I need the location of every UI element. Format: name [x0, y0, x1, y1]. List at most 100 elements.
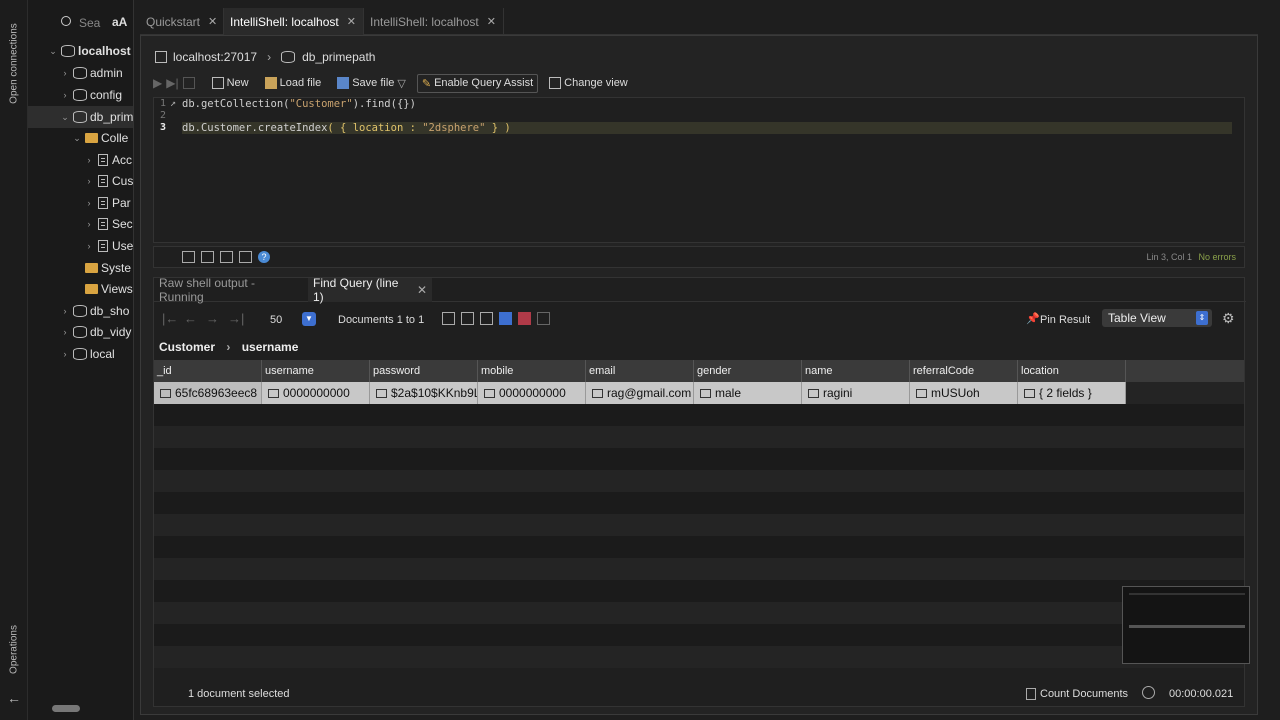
run-selection-icon[interactable]: ▶| [166, 76, 178, 90]
close-icon[interactable]: ✕ [347, 15, 356, 28]
chevron-right-icon[interactable]: › [60, 349, 70, 359]
open-connections-tab[interactable]: Open connections [9, 23, 20, 104]
chevron-right-icon[interactable]: › [84, 155, 94, 165]
tree-item[interactable]: › admin [28, 62, 133, 84]
chevron-right-icon[interactable]: › [84, 241, 94, 251]
table-cell[interactable]: mUSUoh [910, 382, 1018, 404]
tab-intellishell-active[interactable]: IntelliShell: localhost ✕ [224, 8, 364, 35]
table-cell[interactable]: male [694, 382, 802, 404]
help-icon[interactable]: ? [258, 251, 270, 263]
tree-item[interactable]: ⌄ Colle [28, 127, 133, 149]
tree-item[interactable]: › config [28, 84, 133, 106]
chevron-down-icon[interactable]: ⌄ [72, 133, 82, 144]
chevron-right-icon[interactable]: › [84, 176, 94, 186]
path-field[interactable]: username [242, 340, 299, 354]
table-cell[interactable]: ragini [802, 382, 910, 404]
table-row[interactable]: 65fc68963eec8 0000000000 $2a$10$KKnb9L 0000… [154, 382, 1244, 404]
database-icon [73, 348, 87, 360]
tree-item[interactable]: ⌄ localhost [28, 40, 133, 62]
count-documents-button[interactable]: Count Documents [1040, 688, 1128, 700]
tab-intellishell[interactable]: IntelliShell: localhost ✕ [364, 8, 504, 35]
indent-icon[interactable] [220, 251, 233, 263]
sidebar-scrollbar[interactable] [52, 705, 80, 712]
tree-item[interactable]: › Cus [28, 170, 134, 192]
load-file-button[interactable]: Load file [260, 74, 327, 92]
fold-arrow-icon[interactable]: ↗ [170, 98, 176, 110]
chevron-right-icon[interactable]: › [60, 306, 70, 316]
chevron-right-icon[interactable]: › [84, 198, 94, 208]
tab-quickstart[interactable]: Quickstart ✕ [140, 8, 224, 35]
table-cell[interactable]: 0000000000 [478, 382, 586, 404]
chevron-right-icon[interactable]: › [84, 219, 94, 229]
column-header[interactable]: email [586, 360, 694, 382]
save-file-button[interactable]: Save file ▽ [332, 74, 411, 93]
table-cell[interactable]: 0000000000 [262, 382, 370, 404]
search-input[interactable]: Sea [79, 16, 100, 30]
prev-page-icon[interactable]: ← [184, 311, 197, 326]
column-header[interactable]: username [262, 360, 370, 382]
code-editor[interactable]: 1 2 3 ↗ db.getCollection("Customer").fin… [153, 97, 1245, 243]
first-page-icon[interactable]: |← [162, 311, 178, 326]
close-icon[interactable]: ✕ [417, 283, 427, 297]
add-document-icon[interactable] [442, 312, 455, 325]
tree-item[interactable]: ⌄ db_prim [28, 106, 133, 128]
operations-tab[interactable]: Operations [9, 625, 20, 674]
chevron-down-icon[interactable]: ▼ [302, 312, 316, 326]
column-header[interactable]: password [370, 360, 478, 382]
breadcrumb-host[interactable]: localhost:27017 [173, 50, 257, 64]
change-view-button[interactable]: Change view [544, 74, 633, 92]
table-cell[interactable]: { 2 fields } [1018, 382, 1126, 404]
tab-raw-shell-output[interactable]: Raw shell output - Running [154, 276, 306, 304]
path-root[interactable]: Customer [159, 340, 215, 354]
tree-item[interactable]: › Par [28, 192, 133, 214]
tree-item[interactable]: › Sec [28, 213, 133, 235]
column-header[interactable]: name [802, 360, 910, 382]
breadcrumb-db[interactable]: db_primepath [302, 50, 375, 64]
chevron-down-icon[interactable]: ⌄ [60, 112, 70, 123]
string-type-icon [916, 389, 927, 398]
column-header[interactable]: gender [694, 360, 802, 382]
close-icon[interactable]: ✕ [208, 15, 217, 28]
tree-item[interactable]: Syste [28, 257, 133, 279]
tree-item[interactable]: › db_vidy [28, 321, 133, 343]
chevron-down-icon[interactable]: ⌄ [48, 46, 58, 57]
new-button[interactable]: New [207, 74, 254, 92]
next-page-icon[interactable]: → [206, 311, 219, 326]
tab-find-query[interactable]: Find Query (line 1) ✕ [308, 276, 432, 304]
tree-item[interactable]: › Acc [28, 149, 133, 171]
comment-icon[interactable] [201, 251, 214, 263]
tree-item[interactable]: › db_sho [28, 300, 133, 322]
search-document-icon[interactable] [537, 312, 550, 325]
case-toggle-button[interactable]: aA [112, 15, 127, 29]
table-cell[interactable]: 65fc68963eec8 [154, 382, 262, 404]
tree-item[interactable]: › local [28, 343, 133, 365]
chevron-right-icon[interactable]: › [60, 68, 70, 78]
run-icon[interactable]: ▶ [153, 76, 162, 90]
query-assist-button[interactable]: ✎ Enable Query Assist [416, 73, 539, 93]
table-cell[interactable]: $2a$10$KKnb9L [370, 382, 478, 404]
column-header[interactable]: _id [154, 360, 262, 382]
view-mode-select[interactable]: Table View ⇕ [1102, 309, 1212, 327]
close-icon[interactable]: ✕ [487, 15, 496, 28]
outdent-icon[interactable] [239, 251, 252, 263]
edit-document-icon[interactable] [480, 312, 493, 325]
collapse-arrow-icon[interactable]: ← [7, 690, 21, 706]
table-cell[interactable]: rag@gmail.com [586, 382, 694, 404]
last-page-icon[interactable]: →| [228, 311, 244, 326]
format-icon[interactable] [182, 251, 195, 263]
validate-icon[interactable] [499, 312, 512, 325]
clone-document-icon[interactable] [461, 312, 474, 325]
step-icon[interactable] [182, 77, 195, 89]
column-header[interactable]: location [1018, 360, 1126, 382]
gear-icon[interactable]: ⚙ [1222, 310, 1235, 327]
delete-document-icon[interactable] [518, 312, 531, 325]
chevron-right-icon[interactable]: › [60, 90, 70, 100]
tree-item[interactable]: Views [28, 278, 133, 300]
column-header[interactable]: referralCode [910, 360, 1018, 382]
tree-item[interactable]: › Use [28, 235, 134, 257]
page-size-select[interactable]: 50 [270, 314, 282, 326]
chevron-right-icon[interactable]: › [60, 327, 70, 337]
folder-open-icon [264, 77, 277, 89]
column-header[interactable]: mobile [478, 360, 586, 382]
pin-result-button[interactable]: Pin Result [1040, 314, 1090, 326]
